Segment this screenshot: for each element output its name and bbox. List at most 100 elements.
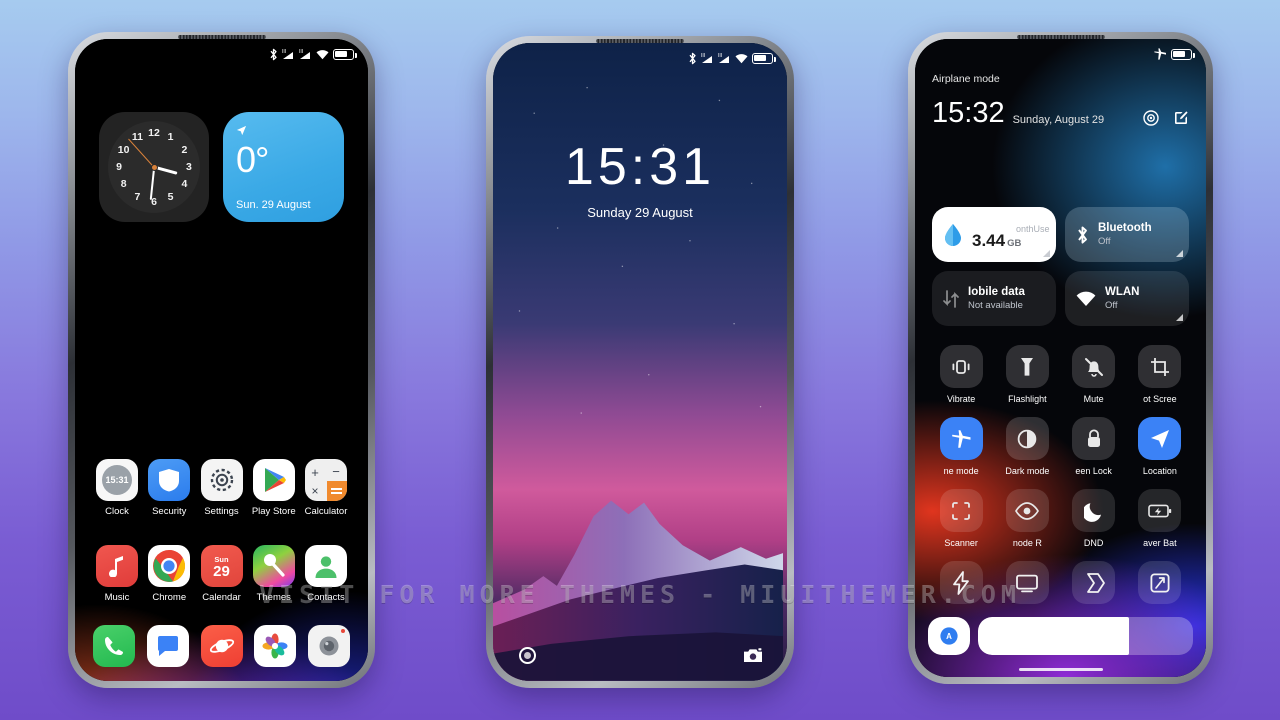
weather-widget[interactable]: 0° Sun. 29 August [223, 112, 344, 222]
statusbar-left: III III [75, 39, 368, 69]
earpiece-speaker [1016, 35, 1105, 39]
brightness-slider[interactable] [978, 617, 1193, 655]
tile-wlan[interactable]: WLAN Off [1065, 271, 1189, 326]
camera-shortcut-icon[interactable] [743, 645, 763, 665]
toggle-screenshot[interactable]: ot Scree [1127, 345, 1193, 404]
toggle-label: Vibrate [946, 394, 976, 404]
toggle-screen-lock[interactable]: een Lock [1061, 417, 1127, 476]
app-clock[interactable]: 15:31 Clock [93, 459, 141, 517]
toggle-label: node R [1012, 538, 1042, 548]
gallery-icon[interactable] [254, 625, 297, 667]
toggle-label: een Lock [1075, 466, 1112, 476]
app-contacts[interactable]: Contacts [302, 545, 350, 603]
tile-title: Iobile data [968, 286, 1025, 299]
phone-dialer-icon[interactable] [93, 625, 135, 667]
signal-2-icon: III [718, 53, 729, 63]
toggle-reading-mode[interactable]: node R [994, 489, 1060, 548]
app-calendar[interactable]: Sun 29 Calendar [198, 545, 246, 603]
app-label: Security [152, 506, 187, 517]
tile-expand-corner[interactable] [1043, 250, 1050, 257]
phone-lock-screen: III III 15:31 Sunday 29 August [486, 36, 794, 688]
location-arrow-icon [1138, 417, 1182, 460]
toggle-label: Dark mode [1005, 466, 1050, 476]
contacts-person-icon [305, 545, 347, 587]
svg-text:III: III [718, 53, 722, 59]
lockscreen-time: 15:31 [564, 138, 716, 196]
clock-numeral: 7 [134, 191, 141, 204]
messages-icon[interactable] [146, 625, 189, 667]
toggle-auto-rotate[interactable] [1127, 561, 1193, 610]
edit-pencil-icon[interactable] [1173, 110, 1189, 126]
statusbar-right [915, 39, 1206, 69]
mute-bell-icon [1072, 345, 1116, 388]
app-calculator[interactable]: + − × Calculator [302, 459, 350, 517]
toggle-flashlight[interactable]: Flashlight [994, 345, 1060, 404]
toggle-ultra-power[interactable] [928, 561, 994, 610]
browser-icon[interactable] [200, 625, 243, 667]
tile-title: Bluetooth [1098, 222, 1152, 235]
unlock-ring-icon[interactable] [517, 645, 537, 665]
analog-clock-widget[interactable]: 12 1 2 3 4 5 6 7 8 9 10 11 [99, 112, 209, 222]
toggle-mute[interactable]: Mute [1061, 345, 1127, 404]
clock-numeral: 11 [131, 130, 143, 143]
wifi-icon [316, 49, 329, 59]
svg-text:A: A [946, 632, 952, 641]
clock-icon-time: 15:31 [105, 475, 129, 485]
tile-data-usage[interactable]: onth Use 3.44 GB [932, 207, 1056, 262]
app-music[interactable]: Music [93, 545, 141, 603]
svg-text:−: − [332, 464, 340, 479]
toggle-battery-saver[interactable]: aver Bat [1127, 489, 1193, 548]
toggle-label: aver Bat [1143, 538, 1177, 548]
toggle-dnd[interactable]: DND [1061, 489, 1127, 548]
toggle-dark-mode[interactable]: Dark mode [994, 417, 1060, 476]
vibrate-icon [939, 345, 983, 388]
security-shield-icon [148, 459, 191, 501]
toggle-scanner[interactable]: Scanner [928, 489, 994, 548]
clock-numeral: 5 [167, 191, 174, 204]
app-play-store[interactable]: Play Store [250, 459, 298, 517]
signal-1-icon: III [282, 49, 293, 59]
toggle-cast-screen[interactable] [994, 561, 1060, 610]
toggle-location[interactable]: Location [1127, 417, 1193, 476]
bluetooth-icon [270, 48, 277, 60]
battery-icon [333, 48, 357, 60]
control-center-date: Sunday, August 29 [1012, 114, 1105, 126]
auto-brightness-icon[interactable]: A [928, 617, 970, 655]
music-note-icon [96, 545, 138, 587]
clock-numeral: 10 [117, 143, 130, 156]
clock-second-hand [128, 138, 155, 168]
toggle-label: Flashlight [1008, 394, 1047, 404]
camera-icon[interactable] [308, 625, 350, 667]
earpiece-speaker [596, 39, 684, 43]
sync-rotate-icon [1138, 561, 1182, 604]
mountain-wallpaper-art [493, 500, 784, 681]
app-security[interactable]: Security [145, 459, 193, 517]
tile-mobile-data[interactable]: Iobile data Not available [932, 271, 1056, 326]
airplane-mode-label: Airplane mode [932, 73, 1000, 85]
app-label: Music [104, 592, 130, 603]
control-center-clock-row: 15:32 Sunday, August 29 [932, 99, 1189, 128]
tile-expand-corner[interactable] [1176, 314, 1183, 321]
app-settings[interactable]: Settings [198, 459, 246, 517]
tile-expand-corner[interactable] [1176, 250, 1183, 257]
clock-numeral: 1 [167, 130, 174, 143]
tile-bluetooth[interactable]: Bluetooth Off [1065, 207, 1189, 262]
clock-pivot [150, 163, 158, 171]
earpiece-speaker [177, 35, 266, 39]
settings-target-icon[interactable] [1143, 110, 1159, 126]
clock-face: 12 1 2 3 4 5 6 7 8 9 10 11 [108, 121, 200, 213]
toggle-airplane-mode[interactable]: ne mode [928, 417, 994, 476]
statusbar-center: III III [493, 43, 787, 73]
navigation-pill[interactable] [1018, 668, 1103, 671]
location-arrow-icon [236, 125, 247, 136]
app-label: Clock [105, 506, 129, 517]
data-drop-icon [945, 223, 961, 246]
app-chrome[interactable]: Chrome [145, 545, 193, 603]
toggle-vibrate[interactable]: Vibrate [928, 345, 994, 404]
lockscreen-date: Sunday 29 August [587, 205, 693, 220]
toggle-second-space[interactable] [1061, 561, 1127, 610]
calculator-icon: + − × [305, 459, 347, 501]
app-themes[interactable]: Themes [250, 545, 298, 603]
toggle-label: Location [1142, 466, 1177, 476]
control-center-time: 15:32 [932, 97, 1005, 129]
